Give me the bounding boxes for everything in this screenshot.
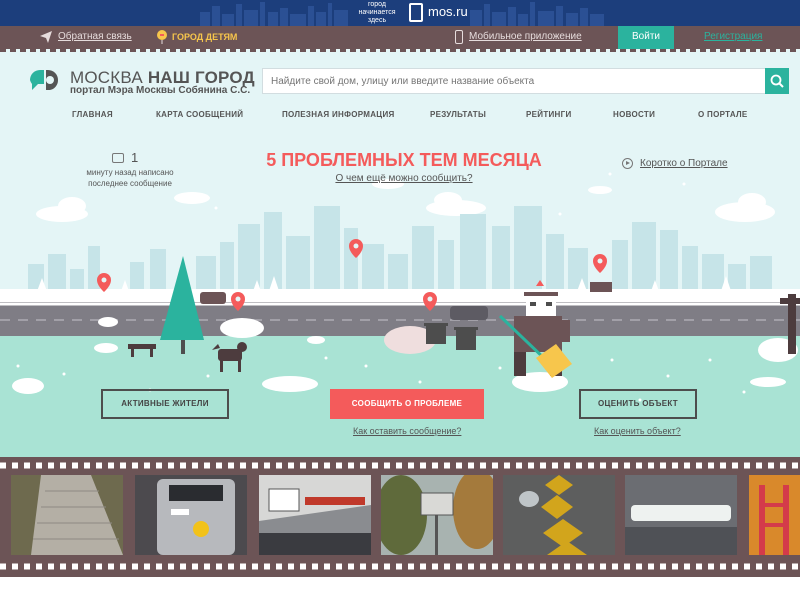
mos-ru-logo-icon[interactable] xyxy=(409,3,423,22)
rate-object-button[interactable]: ОЦЕНИТЬ ОБЪЕКТ xyxy=(579,389,697,419)
photo-sidewalk[interactable] xyxy=(11,475,123,555)
film-perforation-bottom xyxy=(0,563,800,570)
top-city-strip: город начинается здесь mos.ru xyxy=(0,0,800,26)
play-icon[interactable] xyxy=(622,158,633,169)
search-input[interactable] xyxy=(262,68,766,94)
about-portal-link[interactable]: Коротко о Портале xyxy=(640,158,728,169)
how-to-rate-link[interactable]: Как оценить объект? xyxy=(594,426,681,436)
paper-plane-icon xyxy=(40,31,52,43)
kids-city-link[interactable]: ГОРОД ДЕТЯМ xyxy=(172,32,237,42)
nav-item-map[interactable]: КАРТА СООБЩЕНИЙ xyxy=(156,110,243,119)
how-to-report-link[interactable]: Как оставить сообщение? xyxy=(353,426,461,436)
photo-film-strip xyxy=(0,457,800,577)
nav-item-home[interactable]: ГЛАВНАЯ xyxy=(72,110,113,119)
speech-bubble-logo-icon[interactable] xyxy=(28,68,60,96)
search-button[interactable] xyxy=(765,68,789,94)
mobile-app-link[interactable]: Мобильное приложение xyxy=(469,31,582,42)
feedback-link[interactable]: Обратная связь xyxy=(58,31,132,42)
message-icon xyxy=(112,153,124,163)
balloon-icon xyxy=(157,30,167,44)
hero-section: 1 минуту назад написано последнее сообще… xyxy=(0,144,800,457)
last-message-text: минуту назад написано последнее сообщени… xyxy=(86,168,174,188)
hero-title: 5 ПРОБЛЕМНЫХ ТЕМ МЕСЯЦА xyxy=(266,150,542,170)
nav-item-news[interactable]: НОВОСТИ xyxy=(613,110,655,119)
nav-item-results[interactable]: РЕЗУЛЬТАТЫ xyxy=(430,110,486,119)
nav-item-info[interactable]: ПОЛЕЗНАЯ ИНФОРМАЦИЯ xyxy=(282,110,395,119)
city-skyline-icon xyxy=(200,2,604,26)
film-perforation-top xyxy=(0,462,800,469)
utility-bar: Обратная связь ГОРОД ДЕТЯМ Мобильное при… xyxy=(0,26,800,49)
page-footer-strip xyxy=(0,577,800,600)
photo-tactile-paving[interactable] xyxy=(503,475,615,555)
active-residents-button[interactable]: АКТИВНЫЕ ЖИТЕЛИ xyxy=(101,389,229,419)
photo-lamp[interactable] xyxy=(625,475,737,555)
site-header: МОСКВА НАШ ГОРОД портал Мэра Москвы Собя… xyxy=(0,52,800,144)
last-message-counter: 1 xyxy=(131,150,139,165)
nav-item-about[interactable]: О ПОРТАЛЕ xyxy=(698,110,748,119)
site-subtitle: портал Мэра Москвы Собянина С.С. xyxy=(70,85,251,96)
photo-ticket-validator[interactable] xyxy=(135,475,247,555)
photo-train-display[interactable] xyxy=(259,475,371,555)
search-icon xyxy=(770,74,784,88)
smartphone-icon xyxy=(455,30,463,44)
hero-subtitle-link[interactable]: О чем ещё можно сообщить? xyxy=(335,173,472,184)
report-problem-button[interactable]: СООБЩИТЬ О ПРОБЛЕМЕ xyxy=(330,389,484,419)
login-button[interactable]: Войти xyxy=(618,26,674,49)
photo-playground[interactable] xyxy=(749,475,800,555)
nav-item-ratings[interactable]: РЕЙТИНГИ xyxy=(526,110,572,119)
photo-basketball-hoop[interactable] xyxy=(381,475,493,555)
mos-slogan: город начинается здесь xyxy=(358,1,396,24)
hero-subtitle: О чем ещё можно сообщить? xyxy=(200,173,608,184)
main-nav: ГЛАВНАЯ КАРТА СООБЩЕНИЙ ПОЛЕЗНАЯ ИНФОРМА… xyxy=(0,110,800,124)
mos-ru-link[interactable]: mos.ru xyxy=(428,4,468,19)
register-link[interactable]: Регистрация xyxy=(704,31,762,42)
